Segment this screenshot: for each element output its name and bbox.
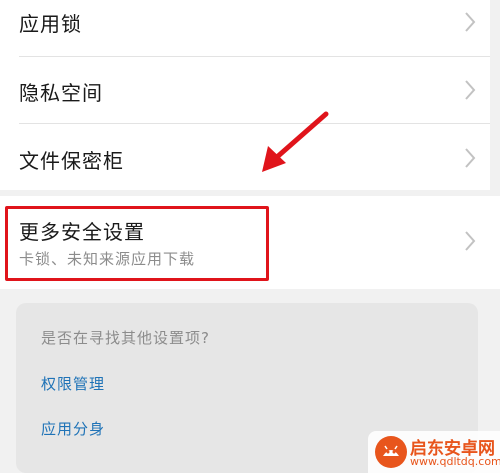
settings-screen: 应用锁 隐私空间 文件保密柜 更多安全设置 卡锁、未知来源应用下载 是否在寻找其… xyxy=(0,0,500,473)
security-list-card: 应用锁 隐私空间 文件保密柜 xyxy=(0,0,490,190)
chevron-right-icon xyxy=(465,12,476,32)
link-permission-management[interactable]: 权限管理 xyxy=(41,373,105,394)
chevron-right-icon xyxy=(465,148,476,168)
watermark-url: www.qdltdq.com xyxy=(410,455,500,468)
chevron-right-icon xyxy=(465,231,476,251)
highlight-box xyxy=(5,206,269,281)
list-item-file-safe[interactable]: 文件保密柜 xyxy=(0,124,490,191)
chevron-right-icon xyxy=(465,80,476,100)
list-item-label: 应用锁 xyxy=(19,12,82,36)
watermark: 启东安卓网 www.qdltdq.com xyxy=(368,431,500,473)
link-app-twin[interactable]: 应用分身 xyxy=(41,418,105,439)
android-logo-icon xyxy=(375,436,407,468)
search-prompt: 是否在寻找其他设置项? xyxy=(41,329,210,347)
list-item-private-space[interactable]: 隐私空间 xyxy=(0,57,490,124)
list-item-label: 隐私空间 xyxy=(19,81,103,105)
list-item-label: 文件保密柜 xyxy=(19,149,124,173)
